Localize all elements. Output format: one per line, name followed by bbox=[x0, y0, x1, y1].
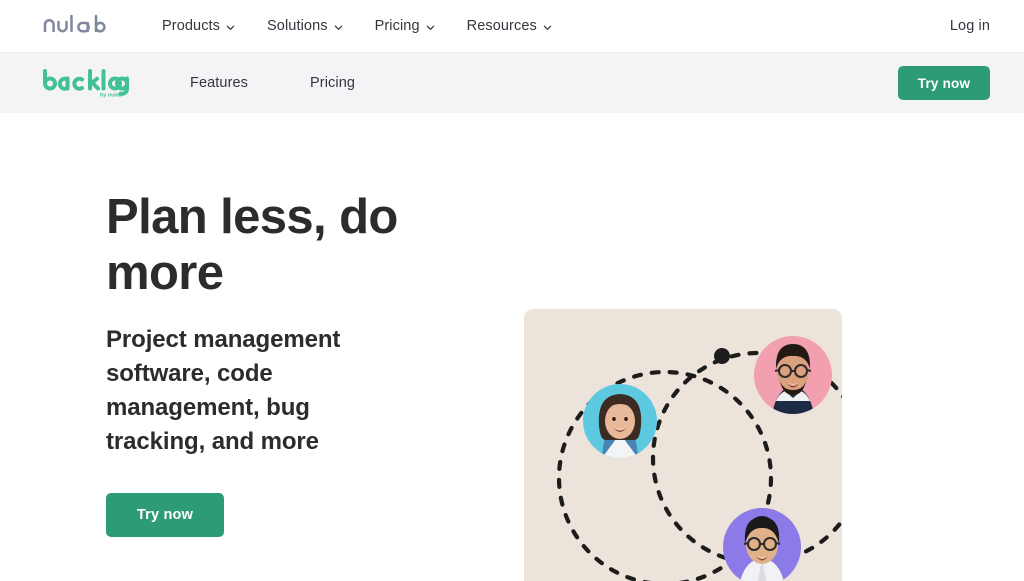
nav-item-solutions-label: Solutions bbox=[267, 18, 328, 34]
nav-item-resources[interactable]: Resources bbox=[467, 18, 552, 34]
try-now-nav-button[interactable]: Try now bbox=[898, 66, 990, 100]
chevron-down-icon bbox=[426, 25, 434, 30]
chevron-down-icon bbox=[543, 25, 552, 30]
avatar-woman-teal bbox=[583, 384, 657, 458]
hero-copy: Plan less, do more Project management so… bbox=[106, 189, 446, 537]
nav-item-pricing[interactable]: Pricing bbox=[375, 18, 435, 34]
page-title: Plan less, do more bbox=[106, 190, 398, 300]
nav-item-products[interactable]: Products bbox=[162, 18, 235, 34]
team-collaboration-illustration bbox=[524, 309, 842, 581]
subnav-item-features[interactable]: Features bbox=[190, 75, 248, 91]
primary-nav-links: Products Solutions Pricing Resources bbox=[162, 18, 552, 34]
backlog-logo[interactable]: by nulab bbox=[42, 68, 130, 98]
avatar-man-pink bbox=[754, 336, 832, 414]
try-now-hero-button[interactable]: Try now bbox=[106, 493, 224, 537]
hero-subtitle: Project management software, code manage… bbox=[106, 326, 341, 455]
product-nav-links: Features Pricing bbox=[190, 75, 355, 91]
nav-item-pricing-label: Pricing bbox=[374, 18, 420, 34]
login-link[interactable]: Log in bbox=[950, 18, 990, 34]
global-navbar: Products Solutions Pricing Resources Log bbox=[0, 0, 1024, 53]
global-nav-actions: Log in bbox=[950, 18, 990, 34]
hero-section: Plan less, do more Project management so… bbox=[0, 113, 1024, 581]
nulab-logo[interactable] bbox=[42, 14, 114, 38]
avatar-person-purple bbox=[723, 508, 801, 581]
backlog-logo-subtext: by nulab bbox=[100, 93, 123, 99]
nav-item-products-label: Products bbox=[162, 18, 221, 34]
chevron-down-icon bbox=[226, 25, 235, 30]
subnav-item-pricing[interactable]: Pricing bbox=[310, 75, 355, 91]
chevron-down-icon bbox=[334, 25, 342, 30]
product-nav-actions: Try now bbox=[898, 66, 990, 100]
nav-item-solutions[interactable]: Solutions bbox=[267, 18, 343, 34]
nav-item-resources-label: Resources bbox=[466, 18, 537, 34]
product-navbar: by nulab Features Pricing Try now bbox=[0, 53, 1024, 113]
path-node-dot bbox=[714, 348, 730, 364]
illustration-canvas bbox=[556, 336, 842, 581]
